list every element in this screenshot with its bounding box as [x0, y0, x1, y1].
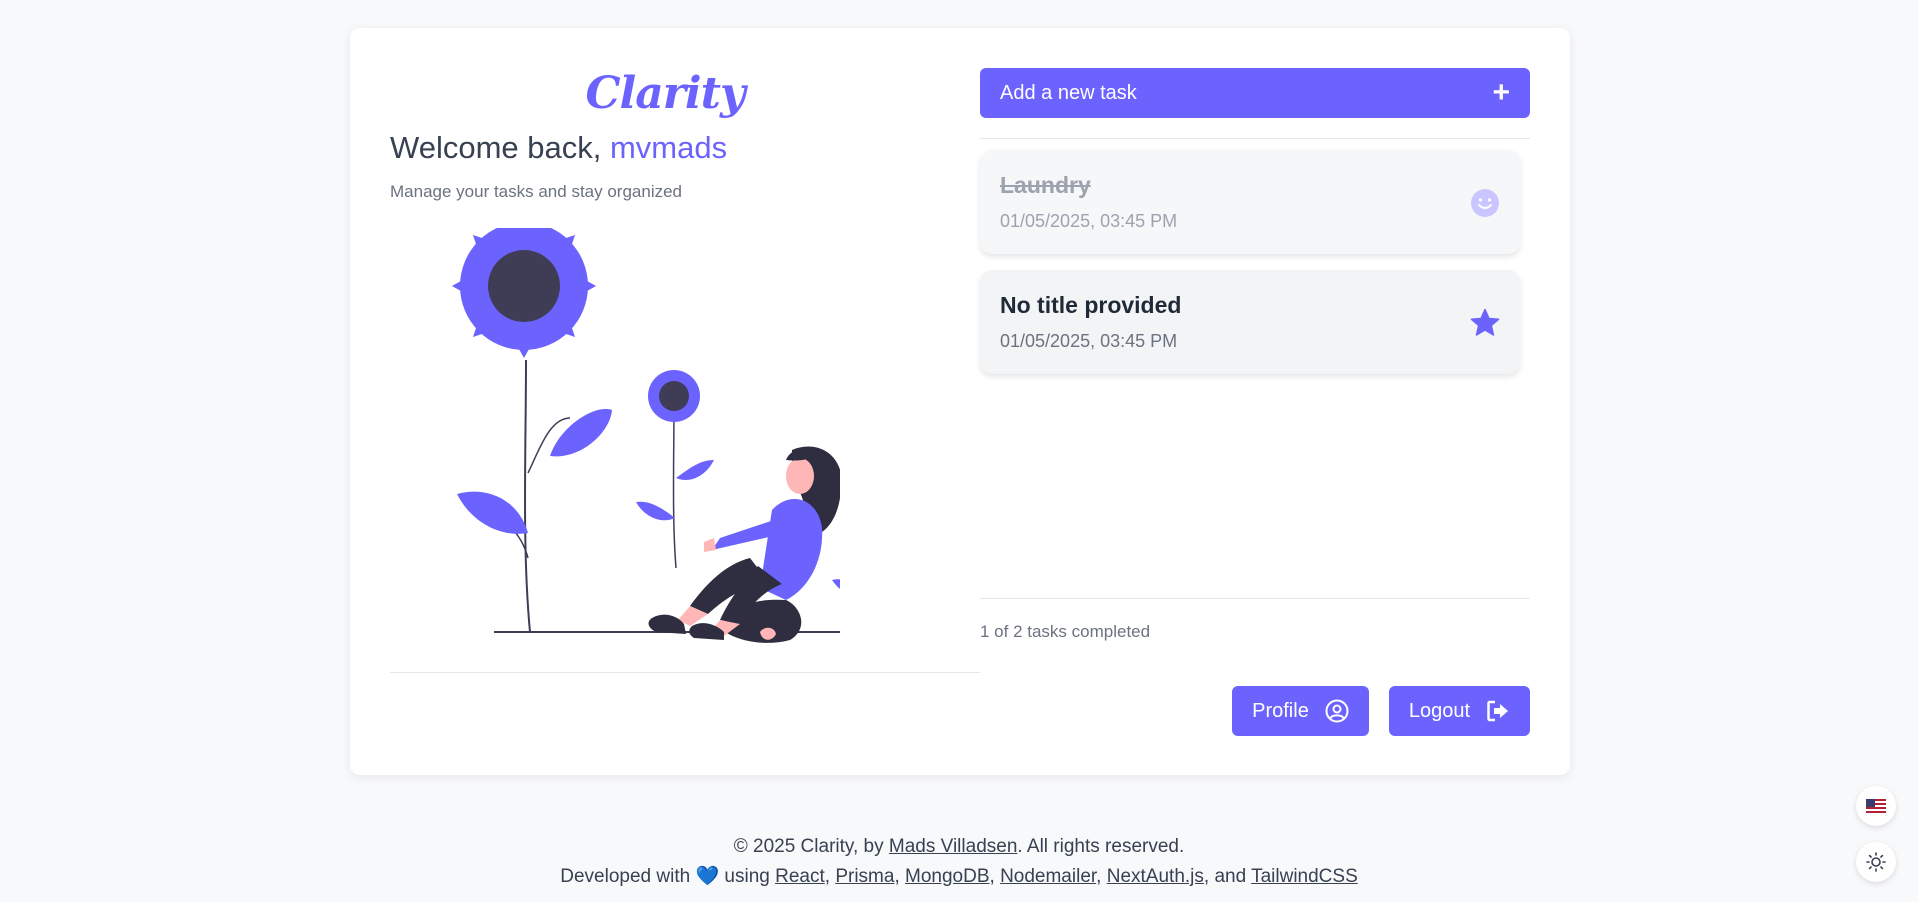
theme-toggle-button[interactable]: [1856, 842, 1896, 882]
tech-link-mongodb[interactable]: MongoDB: [905, 866, 990, 887]
logout-icon: [1487, 700, 1508, 722]
task-title: Laundry: [1000, 172, 1091, 198]
page-footer: © 2025 Clarity, by Mads Villadsen. All r…: [0, 832, 1918, 892]
subtitle: Manage your tasks and stay organized: [390, 182, 683, 201]
tech-link-nodemailer[interactable]: Nodemailer: [1000, 866, 1096, 887]
footer-separator: ,: [1096, 866, 1107, 887]
tech-link-prisma[interactable]: Prisma: [835, 866, 894, 887]
tech-link-tailwindcss[interactable]: TailwindCSS: [1251, 866, 1358, 887]
task-progress-text: 1 of 2 tasks completed: [980, 622, 1151, 641]
footer-and: , and: [1203, 866, 1252, 887]
task-list-top-divider: [980, 138, 1530, 139]
star-icon[interactable]: [1470, 308, 1500, 338]
footer-copyright: © 2025 Clarity, by Mads Villadsen. All r…: [0, 832, 1918, 862]
task-date: 01/05/2025, 03:45 PM: [1000, 331, 1178, 351]
footer-separator: ,: [989, 866, 1001, 887]
footer-separator: ,: [894, 866, 905, 887]
sun-icon: [1866, 852, 1886, 872]
author-link[interactable]: Mads Villadsen: [889, 836, 1018, 857]
us-flag-icon: [1866, 799, 1886, 813]
welcome-prefix: Welcome back,: [390, 130, 610, 165]
account-actions: Profile Logout: [1232, 686, 1530, 736]
footer-copyright-suffix: . All rights reserved.: [1017, 836, 1185, 857]
task-title: No title provided: [1000, 292, 1182, 318]
profile-label: Profile: [1252, 699, 1309, 722]
add-task-label: Add a new task: [1000, 81, 1137, 104]
task-item[interactable]: Laundry 01/05/2025, 03:45 PM: [980, 150, 1520, 254]
tech-link-nextauth[interactable]: NextAuth.js: [1107, 866, 1204, 887]
app-logo: Clarity: [585, 68, 745, 119]
profile-button[interactable]: Profile: [1232, 686, 1369, 736]
footer-developed-with: Developed with: [560, 866, 696, 887]
sunflower-illustration: [452, 228, 840, 643]
task-list-bottom-divider: [980, 598, 1530, 599]
left-divider: [390, 672, 980, 673]
user-circle-icon: [1325, 699, 1349, 723]
plus-icon: +: [1492, 76, 1510, 109]
logout-label: Logout: [1408, 699, 1470, 722]
heart-icon: 💙: [695, 866, 720, 887]
footer-separator: ,: [824, 866, 836, 887]
task-item[interactable]: No title provided 01/05/2025, 03:45 PM: [980, 270, 1520, 374]
main-card: Clarity Welcome back, mvmads Manage your…: [350, 28, 1570, 775]
footer-tech: Developed with 💙 using React, Prisma, Mo…: [0, 862, 1918, 892]
task-date: 01/05/2025, 03:45 PM: [1000, 211, 1178, 231]
smile-icon[interactable]: [1470, 188, 1500, 218]
logout-button[interactable]: Logout: [1388, 686, 1530, 736]
language-button[interactable]: [1856, 786, 1896, 826]
add-task-button[interactable]: Add a new task +: [980, 68, 1530, 118]
username: mvmads: [609, 130, 728, 165]
footer-copyright-prefix: © 2025 Clarity, by: [733, 836, 889, 857]
footer-using: using: [719, 866, 776, 887]
welcome-heading: Welcome back, mvmads: [390, 130, 727, 166]
tech-link-react[interactable]: React: [775, 866, 825, 887]
